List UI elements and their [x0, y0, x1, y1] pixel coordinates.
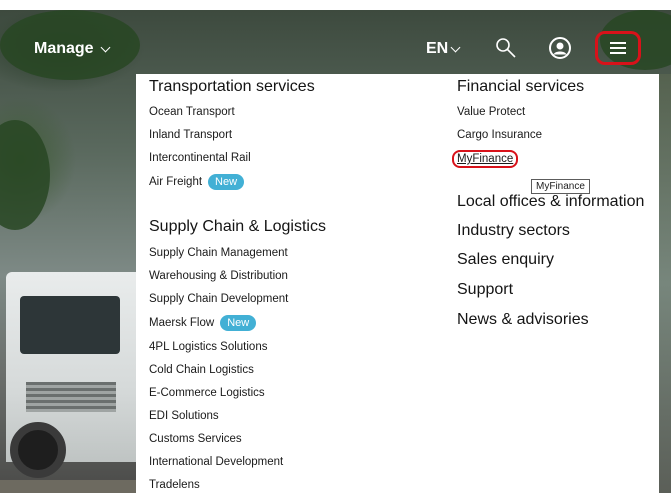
- menu-link-cold-chain[interactable]: Cold Chain Logistics: [149, 364, 254, 376]
- manage-label: Manage: [34, 40, 94, 57]
- menu-link-sales-enquiry[interactable]: Sales enquiry: [457, 251, 554, 269]
- menu-link-industry-sectors[interactable]: Industry sectors: [457, 222, 570, 240]
- hamburger-icon: [610, 42, 626, 54]
- search-icon[interactable]: [494, 36, 518, 60]
- menu-button[interactable]: [595, 31, 641, 65]
- menu-link-supply-chain-management[interactable]: Supply Chain Management: [149, 247, 288, 259]
- menu-link-cargo-insurance[interactable]: Cargo Insurance: [457, 129, 542, 141]
- menu-link-air-freight[interactable]: Air Freight New: [149, 174, 245, 190]
- menu-link-ocean-transport[interactable]: Ocean Transport: [149, 106, 235, 118]
- section-title-supply-chain: Supply Chain & Logistics: [149, 218, 326, 235]
- section-title-financial: Financial services: [457, 78, 585, 95]
- language-selector[interactable]: EN: [426, 40, 461, 58]
- site-header: Manage EN: [0, 10, 671, 74]
- section-title-transportation: Transportation services: [149, 78, 315, 95]
- new-badge: New: [208, 174, 245, 190]
- menu-link-4pl[interactable]: 4PL Logistics Solutions: [149, 341, 267, 353]
- menu-link-news-advisories[interactable]: News & advisories: [457, 311, 589, 329]
- chevron-down-icon: [450, 42, 461, 52]
- menu-link-support[interactable]: Support: [457, 281, 513, 299]
- manage-dropdown[interactable]: Manage: [34, 40, 111, 58]
- new-badge: New: [220, 315, 257, 331]
- background-edge: [659, 74, 671, 493]
- menu-link-supply-chain-development[interactable]: Supply Chain Development: [149, 293, 288, 305]
- chevron-down-icon: [100, 42, 111, 52]
- mega-menu: Transportation services Ocean Transport …: [136, 74, 659, 493]
- truck-image: [6, 272, 138, 478]
- menu-link-local-offices[interactable]: Local offices & information: [457, 193, 644, 211]
- myfinance-label: MyFinance: [452, 150, 519, 168]
- menu-link-warehousing[interactable]: Warehousing & Distribution: [149, 270, 288, 282]
- menu-link-inland-transport[interactable]: Inland Transport: [149, 129, 232, 141]
- air-freight-label: Air Freight: [149, 176, 203, 188]
- menu-link-ecommerce[interactable]: E-Commerce Logistics: [149, 387, 265, 399]
- menu-link-tradelens[interactable]: Tradelens: [149, 479, 200, 491]
- menu-link-myfinance[interactable]: MyFinance: [452, 150, 519, 168]
- tooltip: MyFinance: [531, 179, 590, 194]
- menu-link-international-development[interactable]: International Development: [149, 456, 283, 468]
- maersk-flow-label: Maersk Flow: [149, 317, 215, 329]
- menu-link-maersk-flow[interactable]: Maersk Flow New: [149, 315, 257, 331]
- menu-link-value-protect[interactable]: Value Protect: [457, 106, 525, 118]
- menu-link-customs[interactable]: Customs Services: [149, 433, 242, 445]
- user-icon[interactable]: [548, 36, 572, 60]
- menu-link-intercontinental-rail[interactable]: Intercontinental Rail: [149, 152, 251, 164]
- language-label: EN: [426, 40, 449, 57]
- menu-link-edi[interactable]: EDI Solutions: [149, 410, 219, 422]
